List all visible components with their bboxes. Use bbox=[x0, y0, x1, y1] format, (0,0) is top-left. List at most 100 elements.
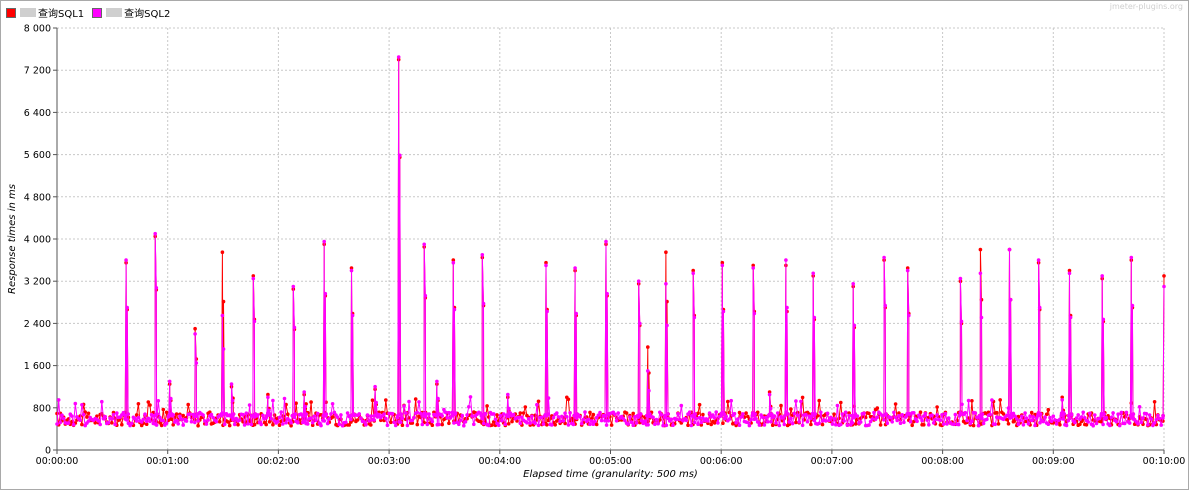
series-2-point bbox=[834, 422, 838, 427]
series-2-point bbox=[472, 422, 476, 427]
series-2-point bbox=[314, 418, 318, 423]
series-2-point bbox=[58, 420, 63, 425]
series-2-point bbox=[1122, 421, 1127, 426]
series-2-point bbox=[430, 419, 435, 424]
series-2-point bbox=[1127, 421, 1132, 425]
series-2-point bbox=[291, 284, 296, 289]
series-2-point bbox=[669, 417, 674, 422]
series-2-point bbox=[1144, 411, 1149, 416]
series-1-point bbox=[832, 412, 836, 417]
series-2-point bbox=[1049, 419, 1054, 424]
series-2-point bbox=[563, 411, 567, 416]
series-2-point bbox=[884, 412, 888, 416]
series-1-point bbox=[220, 250, 225, 254]
series-2-point bbox=[545, 309, 549, 314]
series-2-point bbox=[462, 423, 466, 428]
x-tick-label: 00:09:00 bbox=[1032, 456, 1075, 467]
series-1-point bbox=[490, 423, 494, 427]
series-2-point bbox=[953, 412, 958, 417]
series-2-point bbox=[407, 399, 411, 404]
series-2-point bbox=[677, 417, 682, 422]
x-tick-label: 00:00:00 bbox=[36, 456, 79, 467]
series-2-point bbox=[423, 293, 428, 298]
series-1-point bbox=[794, 420, 798, 425]
series-2-point bbox=[757, 423, 762, 427]
series-2-point bbox=[805, 419, 810, 424]
series-2-point bbox=[945, 422, 949, 426]
x-tick-label: 00:01:00 bbox=[146, 456, 189, 467]
series-1-point bbox=[631, 411, 635, 416]
series-2-point bbox=[905, 268, 910, 273]
series-2-point bbox=[706, 419, 710, 423]
series-2-point bbox=[551, 415, 556, 420]
series-2-point bbox=[451, 260, 456, 265]
series-1-point bbox=[935, 405, 939, 409]
series-2-point bbox=[671, 423, 675, 428]
series-2-point bbox=[897, 414, 901, 418]
series-2-point bbox=[811, 271, 815, 276]
series-2-point bbox=[850, 421, 855, 425]
series-2-point bbox=[852, 323, 857, 328]
series-2-point bbox=[402, 404, 406, 408]
series-2-point bbox=[80, 403, 84, 407]
series-2-point bbox=[237, 418, 242, 422]
series-2-point bbox=[674, 417, 679, 422]
series-2-point bbox=[184, 419, 189, 423]
series-1-point bbox=[136, 402, 141, 406]
series-2-point bbox=[1053, 418, 1057, 422]
series-2-point bbox=[1023, 411, 1027, 415]
series-2-point bbox=[643, 419, 647, 423]
series-2-point bbox=[951, 422, 956, 427]
series-2-point bbox=[153, 231, 157, 236]
series-2-point bbox=[965, 418, 969, 423]
series-2-point bbox=[417, 400, 421, 404]
series-2-point bbox=[923, 411, 928, 416]
series-2-point bbox=[785, 305, 789, 310]
series-2-point bbox=[309, 416, 313, 420]
series-2-point bbox=[558, 419, 562, 424]
series-2-point bbox=[303, 404, 308, 409]
series-2-point bbox=[960, 402, 964, 407]
series-1-point bbox=[686, 423, 690, 428]
series-2-point bbox=[498, 413, 503, 418]
series-2-point bbox=[544, 263, 548, 268]
series-1-point bbox=[236, 422, 240, 427]
series-2-point bbox=[345, 411, 350, 415]
series-2-point bbox=[322, 419, 327, 423]
series-2-point bbox=[337, 422, 342, 427]
series-2-point bbox=[528, 421, 532, 425]
series-1-point bbox=[624, 411, 629, 415]
series-2-point bbox=[777, 423, 782, 428]
series-2-point bbox=[979, 315, 984, 320]
series-2-point bbox=[164, 421, 169, 426]
series-2-point bbox=[296, 420, 300, 425]
series-2-point bbox=[436, 396, 440, 401]
series-2-point bbox=[349, 417, 353, 422]
series-2-point bbox=[415, 410, 420, 415]
series-2-point bbox=[747, 423, 752, 428]
line-chart: 0 800 1 600 2 400 3 200 4 000 4 800 5 600 6 400 7… bbox=[7, 24, 1185, 481]
series-2-point bbox=[613, 412, 617, 417]
series-2-point bbox=[315, 411, 320, 416]
series-2-point bbox=[374, 400, 379, 405]
series-2-point bbox=[357, 412, 362, 416]
series-2-point bbox=[468, 395, 473, 399]
series-2-point bbox=[66, 421, 71, 425]
series-2-point bbox=[420, 422, 425, 427]
series-2-point bbox=[817, 421, 821, 426]
series-2-point bbox=[1007, 247, 1012, 252]
series-2-point bbox=[691, 271, 695, 276]
series-2-point bbox=[767, 392, 772, 397]
series-2-point bbox=[266, 395, 270, 400]
series-2-point bbox=[729, 398, 733, 403]
series-2-point bbox=[755, 420, 760, 424]
series-2-point bbox=[1102, 412, 1106, 416]
series-2-point bbox=[565, 415, 569, 419]
series-2-point bbox=[699, 420, 704, 425]
series-2-point bbox=[1094, 421, 1099, 426]
series-2-point bbox=[556, 415, 561, 419]
series-2-point bbox=[634, 421, 639, 425]
series-2-point bbox=[325, 421, 330, 426]
series-2-point bbox=[393, 423, 398, 428]
series-2-point bbox=[181, 423, 185, 427]
